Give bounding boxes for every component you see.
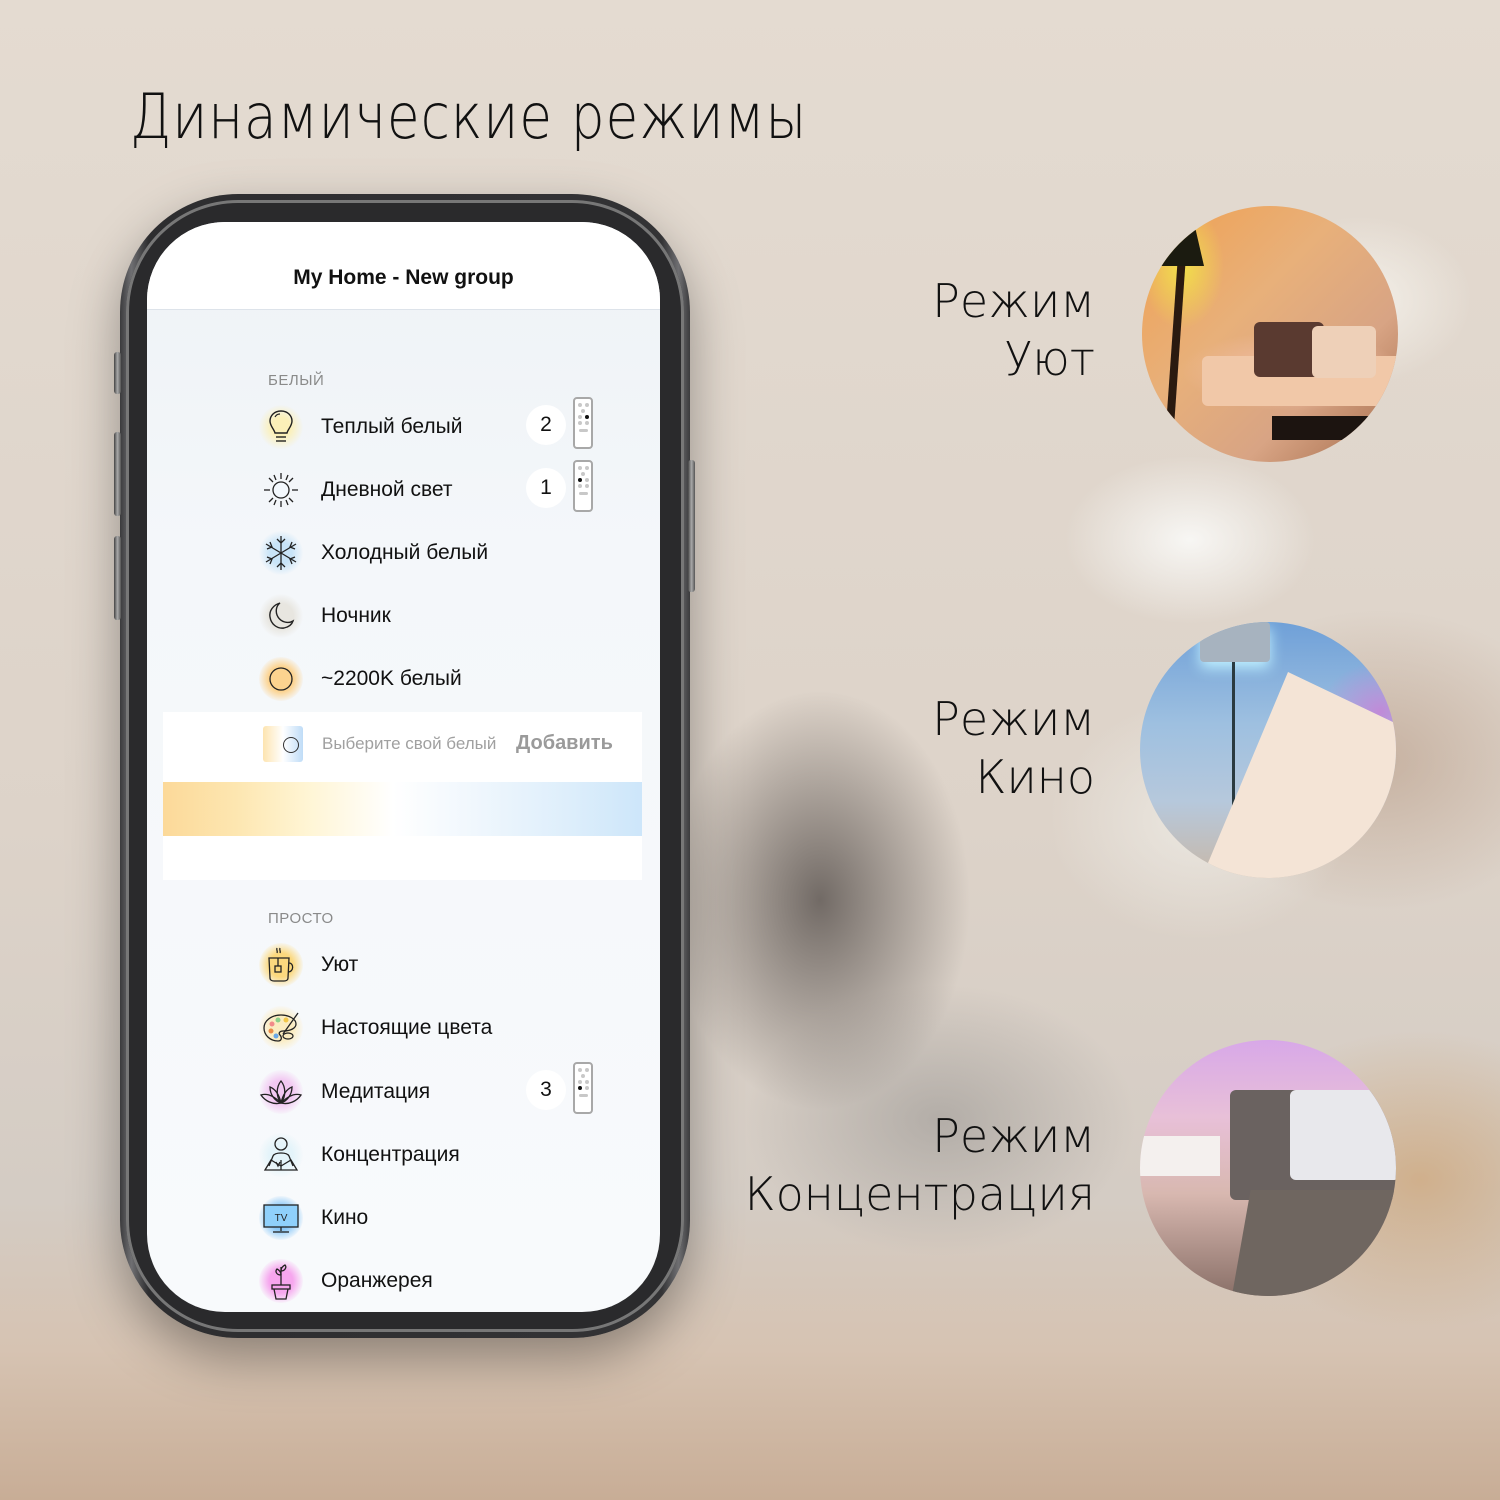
mode-item-2200k[interactable]: ~2200K белый [259,655,639,703]
remote-button-badge: 2 [526,405,566,445]
mode-label: Холодный белый [321,541,489,564]
mode-label: Ночник [321,604,391,627]
mode-caption-line1: Режим [932,274,1095,328]
volume-up-button [114,432,121,516]
kids-tent-room-photo [1140,622,1396,878]
plant-pot-icon [259,1259,303,1303]
section-label-white: БЕЛЫЙ [268,372,325,389]
mode-label: Концентрация [321,1143,460,1166]
custom-white-ring-icon [283,737,299,753]
mode-caption-line1: Режим [932,692,1095,746]
palette-icon [259,1006,303,1050]
lightbulb-icon [259,405,303,449]
mode-item-true-colors[interactable]: Настоящие цвета [259,1004,639,1052]
mute-switch [114,352,121,394]
mode-item-warm-white[interactable]: Теплый белый 2 [259,397,639,451]
reading-person-icon [259,1133,303,1177]
custom-white-panel: Выберите свой белый Добавить [163,712,642,880]
snowflake-icon [259,531,303,575]
mode-item-greenhouse[interactable]: Оранжерея [259,1257,639,1305]
custom-white-label: Выберите свой белый [322,734,497,753]
volume-down-button [114,536,121,620]
mode-caption-cinema: Режим Кино [932,690,1095,806]
add-button[interactable]: Добавить [516,732,613,755]
mode-item-meditation[interactable]: Медитация 3 [259,1062,639,1116]
mode-label: Теплый белый [321,415,463,438]
app-title: My Home - New group [293,266,514,289]
mode-caption-line2: Кино [975,750,1095,804]
lotus-icon [259,1070,303,1114]
app-header: My Home - New group [147,222,660,310]
power-button [688,460,695,592]
page-headline: Динамические режимы [130,80,808,153]
floor-lamp-shape [1166,255,1186,427]
remote-button-badge: 3 [526,1070,566,1110]
remote-control-icon[interactable] [573,460,593,512]
mode-label: ~2200K белый [321,667,462,690]
mode-item-daylight[interactable]: Дневной свет 1 [259,460,639,514]
tea-cup-icon [259,943,303,987]
mode-caption-cozy: Режим Уют [932,272,1095,388]
mode-caption-line2: Концентрация [744,1167,1095,1221]
mode-label: Кино [321,1206,369,1229]
bedroom-photo [1140,1040,1396,1296]
coffee-table-shape [1272,416,1382,440]
nightstand-shape [1140,1136,1220,1176]
mode-label: Уют [321,953,359,976]
phone-screen: My Home - New group БЕЛЫЙ Теплый белый 2… [147,222,660,1312]
mode-label: Настоящие цвета [321,1016,493,1039]
mode-label: Дневной свет [321,478,453,501]
lamp-shape [1200,622,1270,662]
color-temperature-slider[interactable] [163,782,642,836]
blanket-shape [1229,1190,1396,1296]
mode-caption-concentration: Режим Концентрация [745,1107,1095,1223]
moon-icon [259,594,303,638]
pillow-shape [1290,1090,1396,1180]
mode-label: Медитация [321,1080,431,1103]
tv-icon-text: TV [275,1213,288,1224]
mode-item-night-light[interactable]: Ночник [259,592,639,640]
mode-caption-line1: Режим [932,1109,1095,1163]
remote-button-badge: 1 [526,468,566,508]
cozy-living-room-photo [1142,206,1398,462]
tent-shape [1200,672,1396,878]
remote-control-icon[interactable] [573,397,593,449]
sun-icon [259,468,303,512]
circle-icon [259,657,303,701]
mode-caption-line2: Уют [1004,332,1095,386]
mode-item-cinema[interactable]: TV Кино [259,1194,639,1242]
mode-item-cozy[interactable]: Уют [259,941,639,989]
mode-label: Оранжерея [321,1269,433,1292]
mode-item-concentration[interactable]: Концентрация [259,1131,639,1179]
mode-item-cold-white[interactable]: Холодный белый [259,529,639,577]
section-label-simple: ПРОСТО [268,910,334,927]
light-pillow-shape [1312,326,1376,378]
tv-icon: TV [259,1196,303,1240]
remote-control-icon[interactable] [573,1062,593,1114]
